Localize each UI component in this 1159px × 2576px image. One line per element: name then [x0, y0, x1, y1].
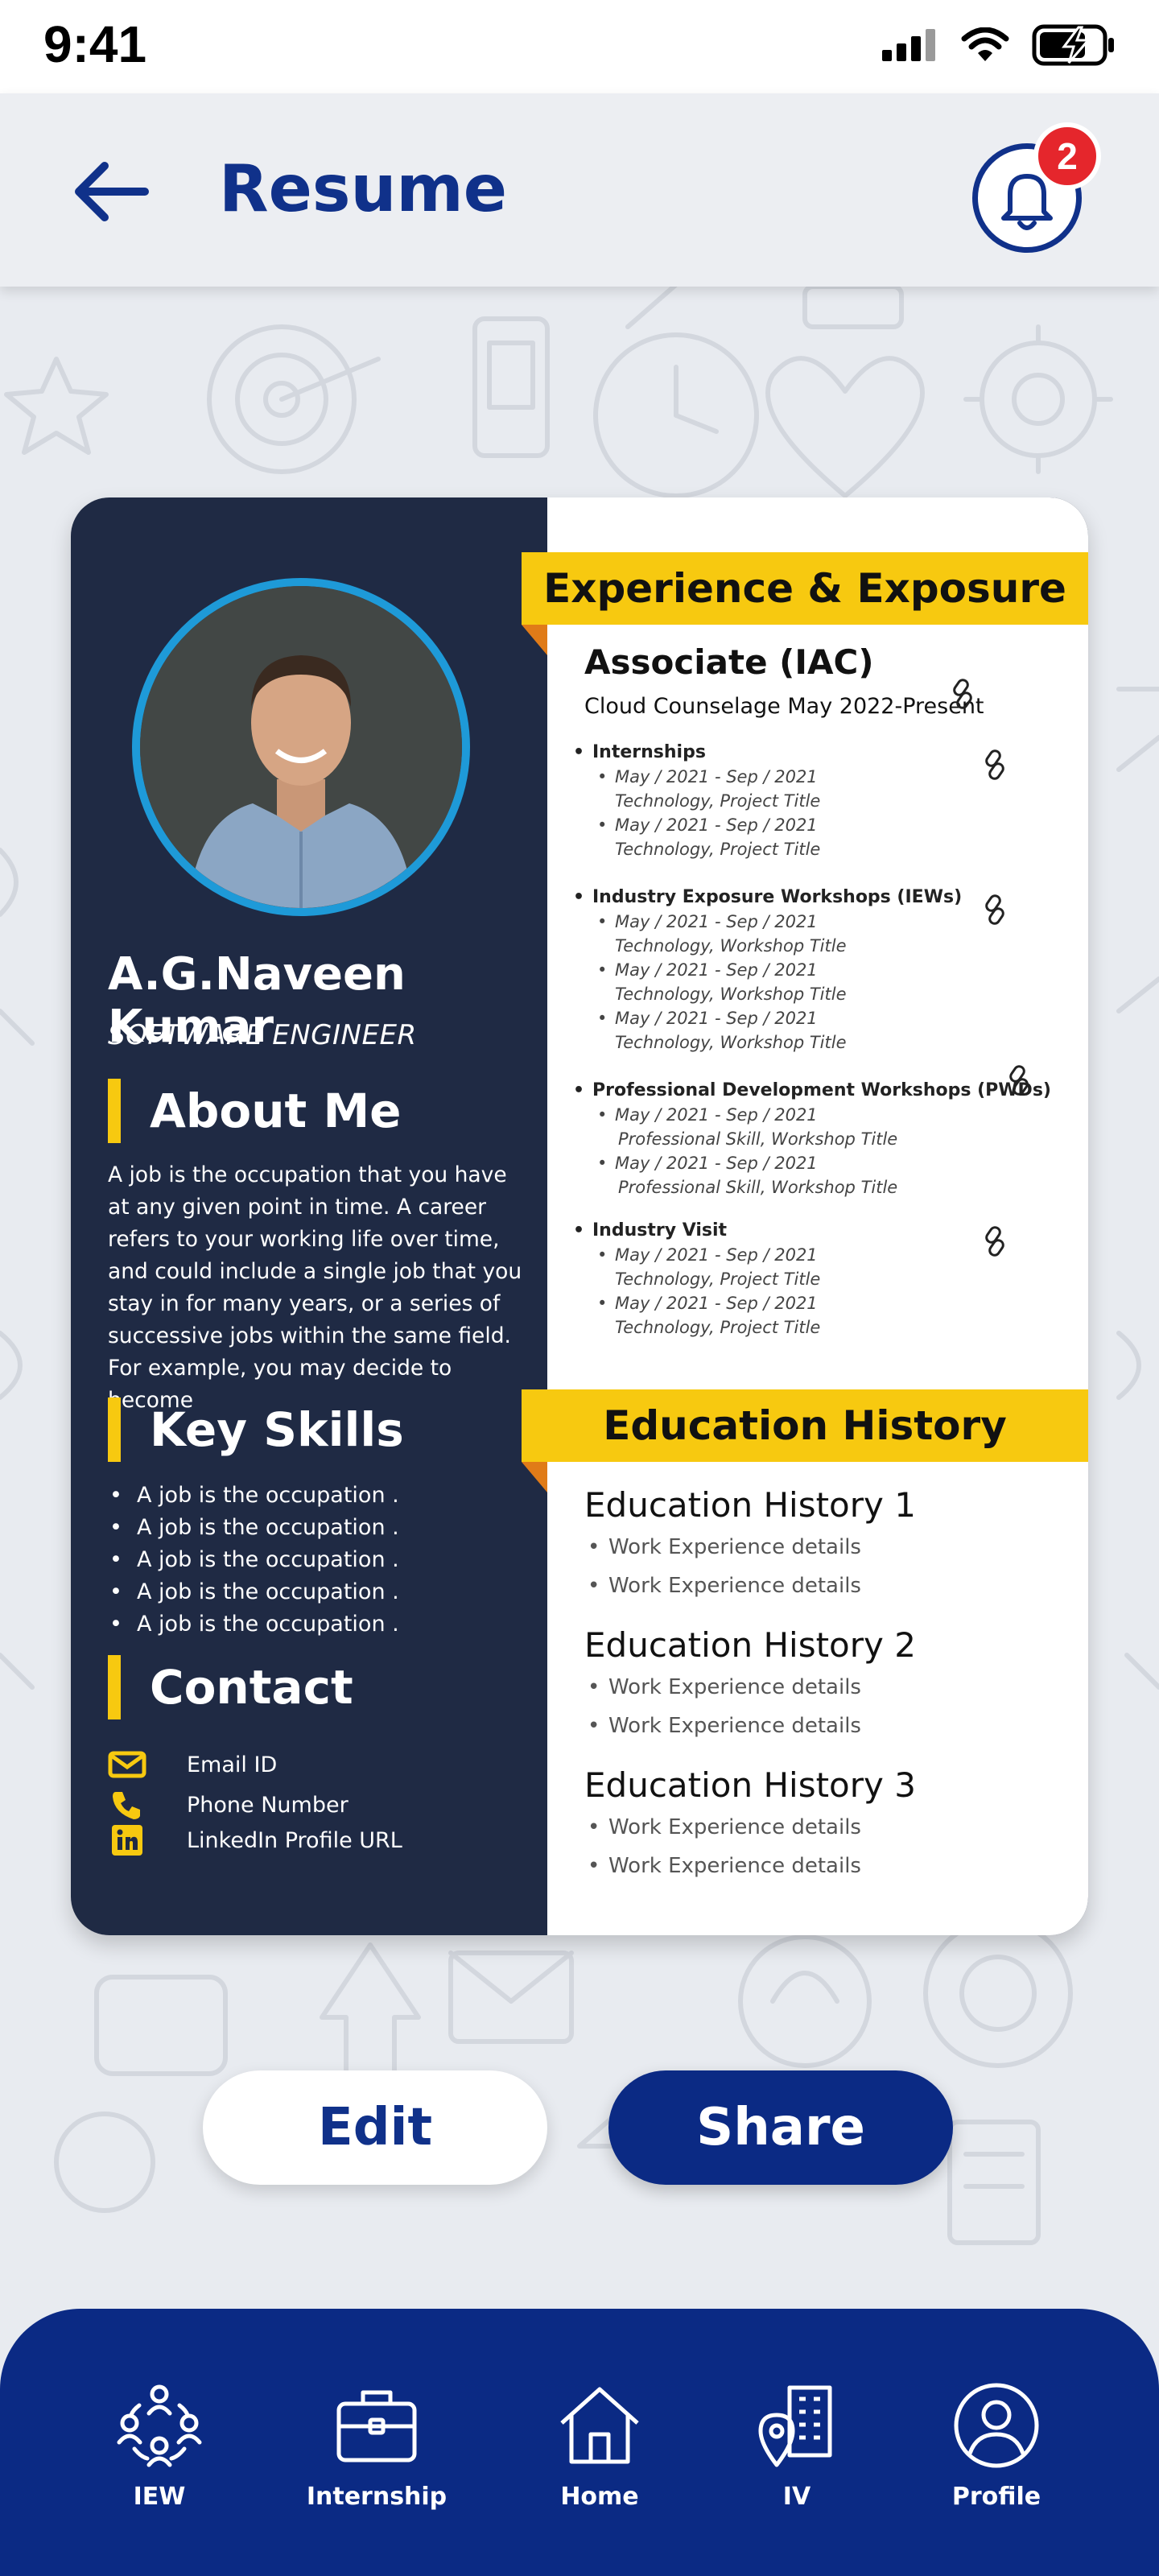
- accent-bar: [108, 1655, 121, 1719]
- notification-badge: 2: [1033, 122, 1101, 190]
- pwd-group: Professional Development Workshops (PWDs…: [570, 1079, 1069, 1199]
- experience-position: Associate (IAC): [584, 642, 874, 682]
- skill-item: A job is the occupation .: [108, 1544, 399, 1576]
- nav-label: Profile: [951, 2483, 1041, 2511]
- nav-label: IEW: [133, 2483, 186, 2511]
- nav-item-profile[interactable]: Profile: [908, 2381, 1085, 2511]
- profile-photo: [132, 578, 470, 916]
- share-button[interactable]: Share: [608, 2070, 953, 2185]
- linkedin-icon: [108, 1824, 146, 1856]
- education-block-3: Education History 3 Work Experience deta…: [584, 1763, 1035, 1885]
- education-item: Work Experience details: [584, 1528, 1035, 1567]
- resume-left-panel: A.G.Naveen Kumar SOFTWARE ENGINEER About…: [71, 497, 547, 1935]
- education-block-2: Education History 2 Work Experience deta…: [584, 1623, 1035, 1745]
- app-header: Resume 2: [0, 93, 1159, 287]
- nav-label: Home: [560, 2483, 639, 2511]
- entry-date: May / 2021 - Sep / 2021: [570, 1291, 1069, 1315]
- about-heading: About Me: [108, 1079, 402, 1143]
- edit-button[interactable]: Edit: [203, 2070, 547, 2185]
- contact-phone[interactable]: Phone Number: [108, 1789, 349, 1821]
- nav-label: Internship: [306, 2483, 448, 2511]
- skill-item: A job is the occupation .: [108, 1608, 399, 1641]
- wifi-icon: [961, 27, 1009, 61]
- entry-detail: Technology, Project Title: [615, 791, 821, 811]
- skills-title: Key Skills: [150, 1402, 404, 1457]
- link-icon[interactable]: [948, 678, 977, 710]
- education-ribbon: Education History: [522, 1389, 1088, 1462]
- bottom-nav: IEW Internship Home IV Profile: [0, 2309, 1159, 2576]
- education-title: Education History 2: [584, 1625, 916, 1665]
- experience-company: Cloud Counselage May 2022-Present: [584, 694, 984, 719]
- entry-detail: Technology, Workshop Title: [615, 936, 847, 956]
- page-title: Resume: [219, 151, 508, 226]
- skill-item: A job is the occupation .: [108, 1480, 399, 1512]
- ribbon-fold: [522, 1462, 547, 1492]
- education-title: Education History 1: [584, 1485, 916, 1525]
- battery-icon: [1032, 24, 1114, 66]
- entry-detail: Technology, Workshop Title: [615, 1033, 847, 1052]
- about-text: A job is the occupation that you have at…: [108, 1162, 522, 1413]
- entry-date: May / 2021 - Sep / 2021: [570, 813, 1069, 837]
- nav-label: IV: [782, 2483, 811, 2511]
- accent-bar: [108, 1079, 121, 1143]
- education-block-1: Education History 1 Work Experience deta…: [584, 1483, 1035, 1605]
- entry-detail: Technology, Project Title: [615, 1269, 821, 1289]
- entry-date: May / 2021 - Sep / 2021: [570, 1006, 1069, 1030]
- ribbon-fold: [522, 625, 547, 655]
- contact-title: Contact: [150, 1660, 353, 1715]
- skills-heading: Key Skills: [108, 1397, 404, 1462]
- phone-label: Phone Number: [187, 1792, 349, 1818]
- entry-detail: Professional Skill, Workshop Title: [618, 1178, 898, 1197]
- accent-bar: [108, 1397, 121, 1462]
- education-item: Work Experience details: [584, 1707, 1035, 1745]
- contact-email[interactable]: Email ID: [108, 1748, 277, 1781]
- entry-detail: Professional Skill, Workshop Title: [618, 1129, 898, 1149]
- skill-item: A job is the occupation .: [108, 1512, 399, 1544]
- nav-item-home[interactable]: Home: [511, 2381, 688, 2511]
- contact-linkedin[interactable]: LinkedIn Profile URL: [108, 1824, 402, 1856]
- email-label: Email ID: [187, 1752, 278, 1777]
- link-icon[interactable]: [980, 1225, 1009, 1257]
- education-item: Work Experience details: [584, 1808, 1035, 1847]
- nav-item-iv[interactable]: IV: [708, 2381, 885, 2511]
- status-icons: [882, 24, 1116, 66]
- profile-icon: [954, 2383, 1039, 2468]
- building-pin-icon: [758, 2385, 832, 2467]
- link-icon[interactable]: [980, 894, 1009, 926]
- link-icon[interactable]: [980, 749, 1009, 781]
- home-icon: [560, 2387, 639, 2464]
- phone-icon: [108, 1789, 146, 1821]
- entry-date: May / 2021 - Sep / 2021: [570, 1103, 1069, 1127]
- entry-detail: Technology, Project Title: [615, 840, 821, 859]
- entry-detail: Technology, Workshop Title: [615, 985, 847, 1004]
- education-item: Work Experience details: [584, 1847, 1035, 1885]
- status-time: 9:41: [43, 15, 147, 73]
- link-icon[interactable]: [1004, 1064, 1033, 1096]
- entry-date: May / 2021 - Sep / 2021: [570, 1151, 1069, 1175]
- education-title: Education History 3: [584, 1765, 916, 1805]
- back-arrow-icon[interactable]: [72, 158, 150, 225]
- briefcase-icon: [336, 2390, 417, 2462]
- profile-role: SOFTWARE ENGINEER: [108, 1019, 417, 1051]
- nav-item-iew[interactable]: IEW: [71, 2381, 248, 2511]
- mail-icon: [108, 1748, 146, 1781]
- about-title: About Me: [150, 1084, 402, 1138]
- status-bar: 9:41: [0, 0, 1159, 93]
- group-title: Professional Development Workshops (PWDs…: [570, 1079, 1069, 1103]
- education-item: Work Experience details: [584, 1668, 1035, 1707]
- entry-date: May / 2021 - Sep / 2021: [570, 958, 1069, 982]
- signal-icon: [882, 29, 935, 61]
- resume-card[interactable]: A.G.Naveen Kumar SOFTWARE ENGINEER About…: [71, 497, 1088, 1935]
- contact-heading: Contact: [108, 1655, 353, 1719]
- team-icon: [117, 2384, 202, 2467]
- skills-list: A job is the occupation . A job is the o…: [108, 1480, 399, 1641]
- experience-ribbon: Experience & Exposure: [522, 552, 1088, 625]
- education-item: Work Experience details: [584, 1567, 1035, 1605]
- nav-item-internship[interactable]: Internship: [288, 2381, 465, 2511]
- skill-item: A job is the occupation .: [108, 1576, 399, 1608]
- linkedin-label: LinkedIn Profile URL: [187, 1827, 402, 1853]
- entry-detail: Technology, Project Title: [615, 1318, 821, 1337]
